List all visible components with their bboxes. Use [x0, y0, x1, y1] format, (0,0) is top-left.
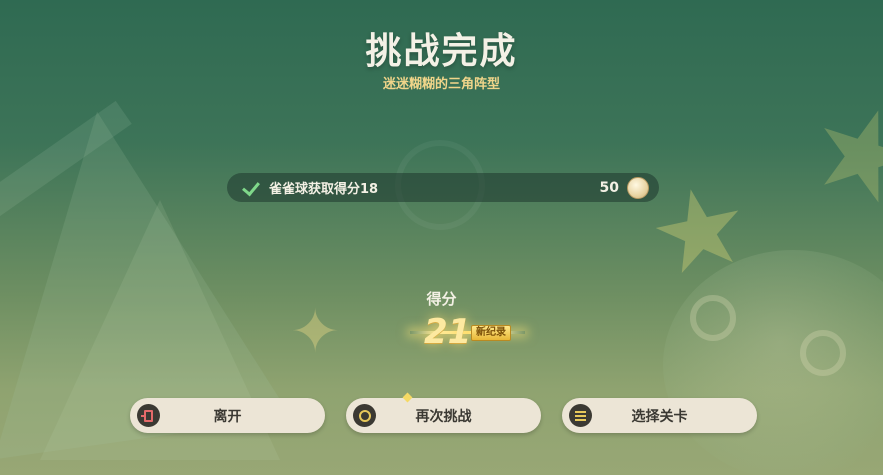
- mascot-eye: [800, 330, 846, 376]
- leave-button[interactable]: 离开: [130, 398, 325, 433]
- page-title: 挑战完成: [365, 31, 518, 72]
- check-icon: [241, 178, 261, 198]
- reward-label: 雀雀球获取得分18: [269, 182, 379, 197]
- challenge-complete-screen: ★ ★ 挑战完成 迷迷糊糊的三角阵型 雀雀球获取得分18 50 得分 ✦ 21 …: [0, 0, 883, 475]
- select-level-button[interactable]: 选择关卡: [562, 398, 757, 433]
- background-star-icon: ★: [791, 71, 883, 238]
- retry-button[interactable]: 再次挑战: [346, 398, 541, 433]
- score-value: 21: [424, 312, 472, 352]
- circle-icon: [353, 404, 376, 427]
- new-record-badge: 新纪录: [471, 325, 511, 341]
- dumpling-coin-icon: [627, 176, 649, 199]
- score-label: 得分: [426, 290, 457, 308]
- exit-door-icon: [137, 404, 160, 427]
- reward-row: 雀雀球获取得分18 50: [227, 173, 659, 202]
- menu-icon: [569, 404, 592, 427]
- stage-name: 迷迷糊糊的三角阵型: [382, 77, 500, 92]
- reward-count: 50: [599, 179, 619, 196]
- sparkle-star-icon: ✦: [290, 297, 341, 367]
